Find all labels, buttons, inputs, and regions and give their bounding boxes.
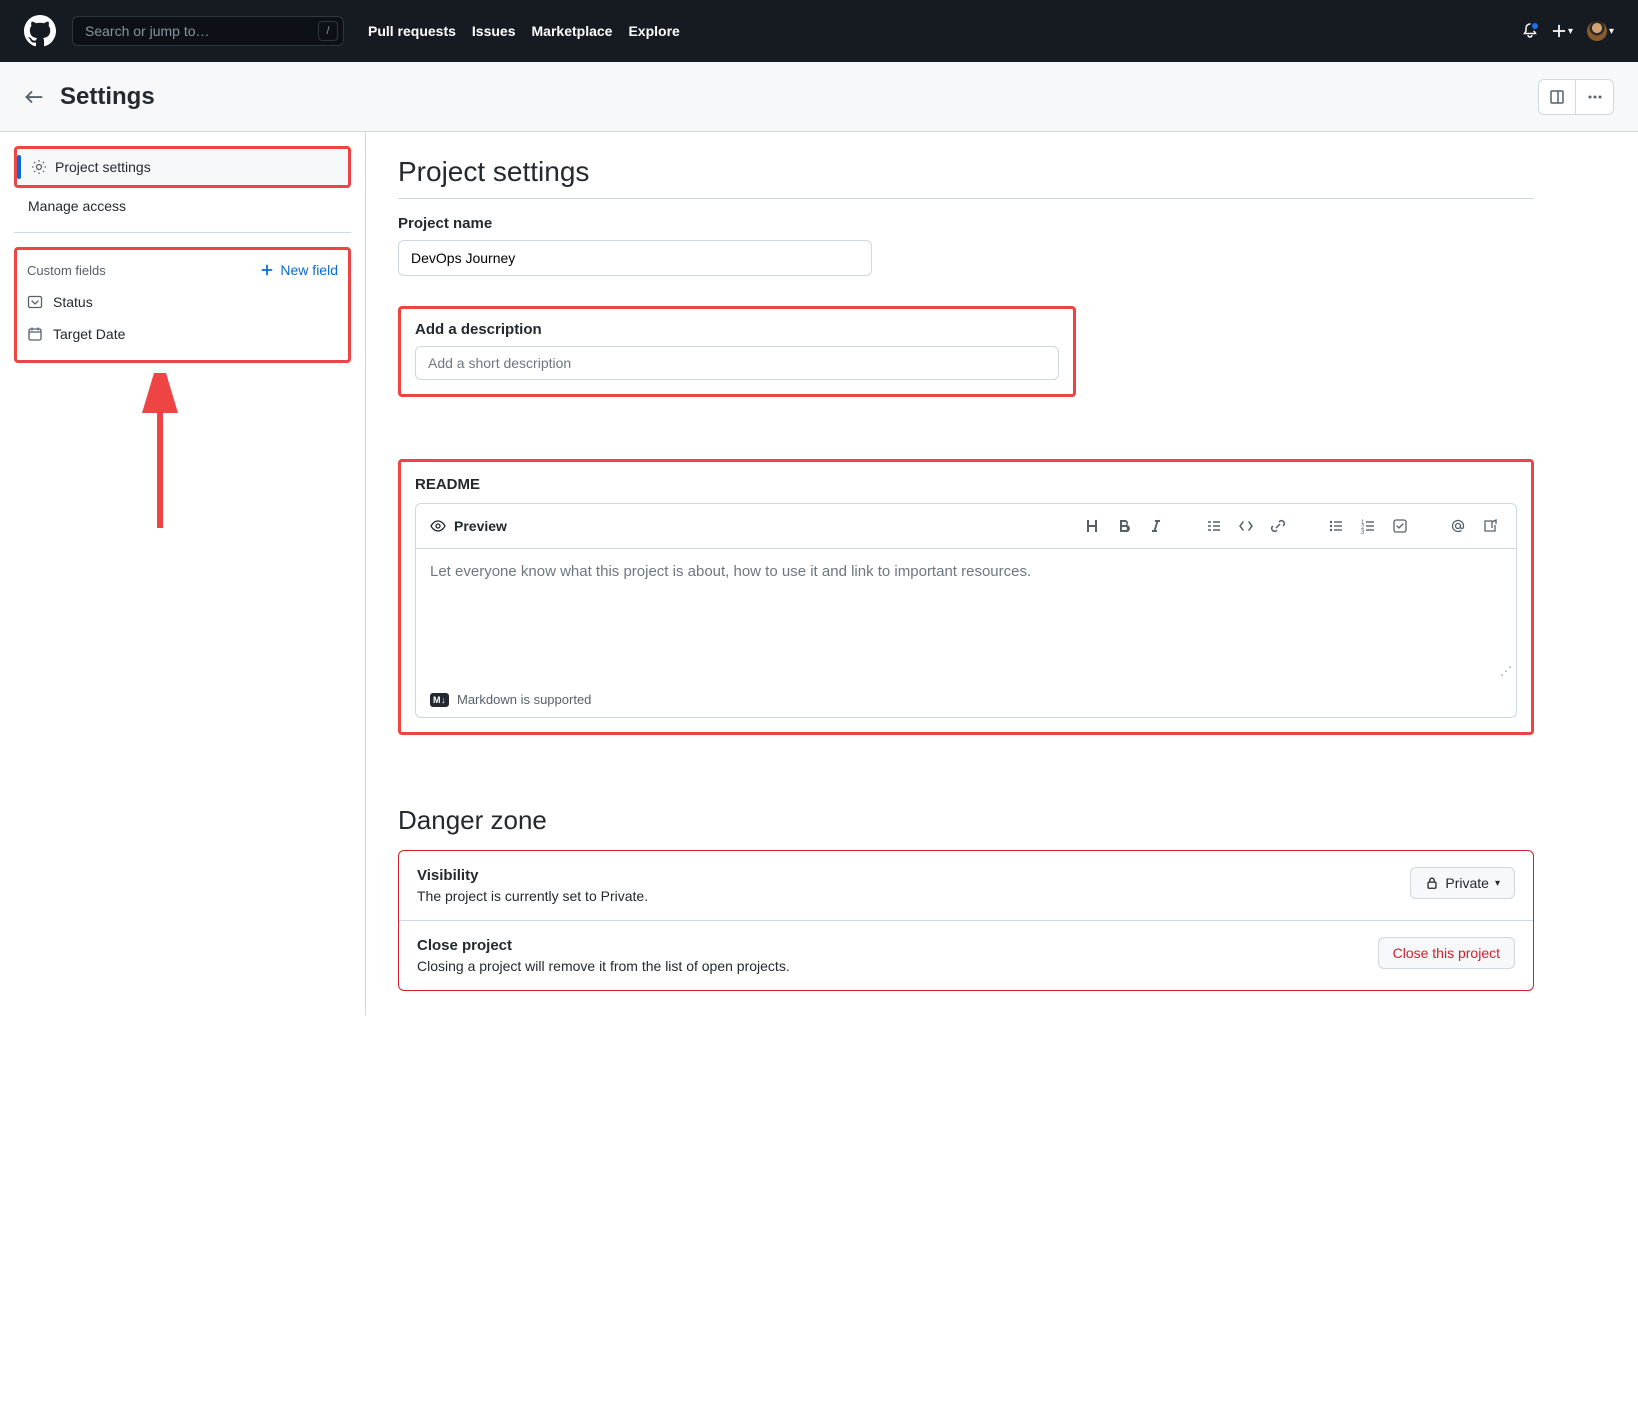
task-list-icon[interactable] <box>1388 514 1412 538</box>
notification-badge <box>1530 21 1540 31</box>
main-content: Project settings Project name Add a desc… <box>366 132 1566 1015</box>
annotation-arrow <box>120 373 200 543</box>
quote-icon[interactable] <box>1202 514 1226 538</box>
custom-field-label: Target Date <box>53 326 125 342</box>
plus-icon <box>260 263 274 277</box>
global-search: / <box>72 16 344 46</box>
readme-label: README <box>415 476 1517 493</box>
bold-icon[interactable] <box>1112 514 1136 538</box>
search-input[interactable] <box>72 16 344 46</box>
custom-fields-section: Custom fields New field Status Target Da… <box>14 247 351 363</box>
visibility-button[interactable]: Private ▾ <box>1410 867 1515 899</box>
readme-section: README Preview 12 <box>398 459 1534 735</box>
section-heading-project-settings: Project settings <box>398 156 1534 188</box>
visibility-desc: The project is currently set to Private. <box>417 888 648 904</box>
nav-explore[interactable]: Explore <box>628 23 679 39</box>
unordered-list-icon[interactable] <box>1324 514 1348 538</box>
sidebar-item-manage-access[interactable]: Manage access <box>14 188 351 224</box>
global-header: / Pull requests Issues Marketplace Explo… <box>0 0 1638 62</box>
markdown-supported-text: Markdown is supported <box>457 692 591 707</box>
danger-zone-section: Danger zone Visibility The project is cu… <box>398 805 1534 991</box>
code-icon[interactable] <box>1234 514 1258 538</box>
custom-fields-title: Custom fields <box>27 263 106 278</box>
resize-handle[interactable]: ⋰ <box>1500 664 1512 678</box>
nav-links: Pull requests Issues Marketplace Explore <box>368 23 680 39</box>
nav-marketplace[interactable]: Marketplace <box>532 23 613 39</box>
eye-icon <box>430 518 446 534</box>
chevron-down-icon: ▾ <box>1495 878 1500 889</box>
gear-icon <box>31 159 47 175</box>
lock-icon <box>1425 876 1439 890</box>
nav-pull-requests[interactable]: Pull requests <box>368 23 456 39</box>
cross-reference-icon[interactable] <box>1478 514 1502 538</box>
markdown-icon: M↓ <box>430 693 449 707</box>
preview-toggle[interactable]: Preview <box>430 518 507 534</box>
notifications-icon[interactable] <box>1522 23 1538 39</box>
mention-icon[interactable] <box>1446 514 1470 538</box>
sidebar-item-label: Project settings <box>55 159 151 175</box>
readme-toolbar: Preview 123 <box>416 504 1516 549</box>
italic-icon[interactable] <box>1144 514 1168 538</box>
slash-shortcut-icon: / <box>318 21 338 41</box>
back-arrow-icon[interactable] <box>24 87 44 107</box>
description-input[interactable] <box>415 346 1059 380</box>
heading-icon[interactable] <box>1080 514 1104 538</box>
page-title: Settings <box>60 83 155 111</box>
project-name-label: Project name <box>398 215 1534 232</box>
description-section: Add a description <box>398 306 1076 397</box>
custom-field-status[interactable]: Status <box>27 286 338 318</box>
page-header: Settings <box>0 62 1638 132</box>
github-logo[interactable] <box>24 15 56 47</box>
calendar-icon <box>27 326 43 342</box>
custom-field-target-date[interactable]: Target Date <box>27 318 338 350</box>
new-field-button[interactable]: New field <box>260 262 338 278</box>
settings-sidebar: Project settings Manage access Custom fi… <box>0 132 366 1015</box>
ordered-list-icon[interactable]: 123 <box>1356 514 1380 538</box>
nav-issues[interactable]: Issues <box>472 23 516 39</box>
single-select-icon <box>27 294 43 310</box>
custom-field-label: Status <box>53 294 93 310</box>
close-project-desc: Closing a project will remove it from th… <box>417 958 790 974</box>
create-new-dropdown[interactable]: ▾ <box>1552 24 1573 38</box>
project-name-input[interactable] <box>398 240 872 276</box>
close-project-row: Close project Closing a project will rem… <box>399 920 1533 990</box>
visibility-row: Visibility The project is currently set … <box>399 851 1533 920</box>
sidebar-item-project-settings[interactable]: Project settings <box>17 149 348 185</box>
readme-textarea[interactable] <box>416 549 1516 679</box>
panel-toggle-button[interactable] <box>1538 79 1576 115</box>
svg-text:3: 3 <box>1361 530 1365 534</box>
visibility-title: Visibility <box>417 867 648 884</box>
close-project-button[interactable]: Close this project <box>1378 937 1515 969</box>
avatar <box>1587 21 1607 41</box>
header-actions <box>1538 79 1614 115</box>
link-icon[interactable] <box>1266 514 1290 538</box>
user-menu[interactable]: ▾ <box>1587 21 1614 41</box>
section-heading-danger-zone: Danger zone <box>398 805 1534 836</box>
close-project-title: Close project <box>417 937 790 954</box>
kebab-menu-icon[interactable] <box>1576 79 1614 115</box>
description-label: Add a description <box>415 321 1059 338</box>
